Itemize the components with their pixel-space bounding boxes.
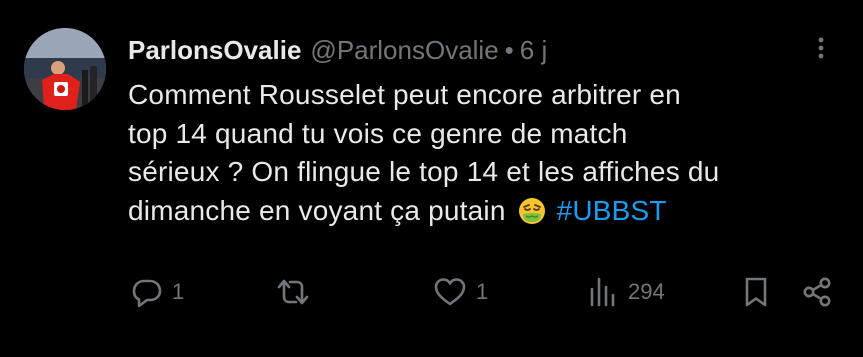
- repost-button[interactable]: [275, 272, 319, 312]
- display-name[interactable]: ParlonsOvalie: [128, 32, 301, 68]
- hashtag-link[interactable]: #UBBST: [557, 195, 667, 226]
- reply-icon: [132, 279, 162, 308]
- share-icon: [803, 277, 831, 307]
- user-handle[interactable]: @ParlonsOvalie: [310, 32, 498, 68]
- bookmark-button[interactable]: [740, 272, 772, 312]
- tweet-text-line: dimanche en voyant ça putain: [128, 194, 506, 226]
- reply-button[interactable]: 1: [130, 272, 184, 312]
- share-button[interactable]: [800, 272, 834, 312]
- tweet-text-line: sérieux ? On flingue le top 14 et les af…: [128, 156, 720, 187]
- like-count: 1: [476, 279, 489, 304]
- tweet[interactable]: ParlonsOvalie @ParlonsOvalie • 6 j Comme…: [0, 0, 863, 357]
- more-options-button[interactable]: [806, 33, 836, 63]
- views-button[interactable]: 294: [586, 272, 665, 312]
- like-button[interactable]: 1: [432, 272, 488, 312]
- timestamp[interactable]: 6 j: [520, 32, 547, 68]
- tweet-text-line: top 14 quand tu vois ce genre de match: [128, 117, 628, 149]
- avatar[interactable]: [24, 28, 106, 110]
- more-vertical-icon: [818, 37, 824, 59]
- bookmark-icon: [745, 277, 767, 307]
- action-bar: 1 1 294: [0, 272, 863, 312]
- reply-count: 1: [172, 279, 185, 304]
- tweet-text-last-line: dimanche en voyant ça putain #UBBST: [128, 192, 848, 231]
- tweet-text-line: Comment Rousselet peut encore arbitrer e…: [128, 79, 681, 110]
- view-count: 294: [628, 279, 665, 304]
- tweet-text: Comment Rousselet peut encore arbitrer e…: [128, 76, 848, 230]
- tweet-header: ParlonsOvalie @ParlonsOvalie • 6 j: [128, 32, 547, 68]
- avatar-image: [24, 28, 106, 110]
- views-icon: [590, 277, 615, 307]
- separator-dot: •: [504, 35, 514, 65]
- heart-icon: [434, 278, 466, 306]
- nauseated-face-icon: [518, 197, 545, 224]
- repost-icon: [277, 279, 309, 305]
